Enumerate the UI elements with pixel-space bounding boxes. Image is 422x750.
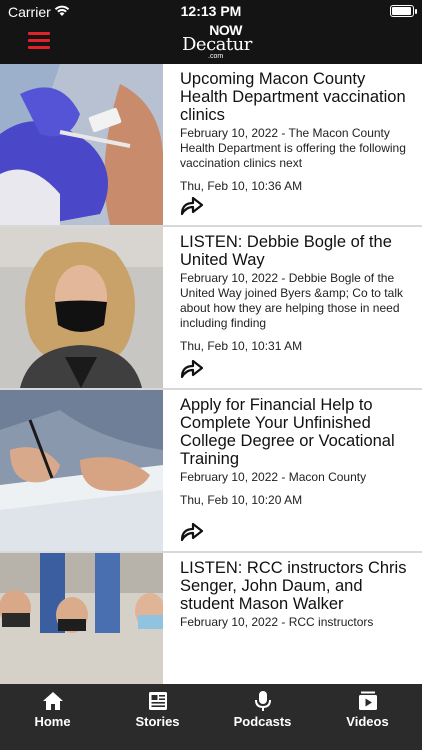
article-title: Upcoming Macon County Health Department … [180,70,406,124]
newspaper-icon [148,692,167,710]
article-thumbnail [0,390,163,551]
article-thumbnail [0,227,163,388]
battery-icon [390,5,417,17]
article-title: LISTEN: Debbie Bogle of the United Way [180,233,392,269]
article-timestamp: Thu, Feb 10, 10:20 AM [180,493,303,507]
tab-videos-label: Videos [346,714,389,729]
article-card[interactable]: LISTEN: RCC instructors Chris Senger, Jo… [0,553,422,684]
hamburger-icon [28,32,50,35]
article-card[interactable]: LISTEN: Debbie Bogle of the United Way F… [0,227,422,390]
article-description: February 10, 2022 - The Macon County Hea… [180,126,406,170]
logo-name: Decatur [182,34,252,55]
menu-button[interactable] [28,32,50,50]
tab-stories-label: Stories [135,714,180,729]
home-icon [42,692,63,710]
article-thumbnail [0,64,163,225]
tab-podcasts[interactable]: Podcasts [210,684,315,750]
hamburger-line [28,46,50,49]
app-logo[interactable]: NOW Decatur .com [182,22,252,62]
tab-podcasts-label: Podcasts [233,714,292,729]
tab-home[interactable]: Home [0,684,105,750]
article-content: Upcoming Macon County Health Department … [180,70,412,193]
tab-videos[interactable]: Videos [315,684,420,750]
article-title: LISTEN: RCC instructors Chris Senger, Jo… [180,559,407,613]
news-feed: Upcoming Macon County Health Department … [0,64,422,684]
app-header: Carrier 12:13 PM NOW Decatur .com [0,0,422,64]
tab-home-label: Home [34,714,71,729]
bottom-tab-bar: Home Stories Podcasts Videos [0,684,422,750]
article-content: LISTEN: Debbie Bogle of the United Way F… [180,233,412,353]
share-icon[interactable] [180,194,204,216]
article-description: February 10, 2022 - RCC instructors [180,615,374,629]
article-timestamp: Thu, Feb 10, 10:31 AM [180,339,303,353]
clock: 12:13 PM [180,3,242,19]
video-icon [358,691,377,710]
article-description: February 10, 2022 - Debbie Bogle of the … [180,271,403,330]
article-timestamp: Thu, Feb 10, 10:36 AM [180,179,303,193]
article-title: Apply for Financial Help to Complete You… [180,396,395,468]
article-content: LISTEN: RCC instructors Chris Senger, Jo… [180,559,412,630]
article-content: Apply for Financial Help to Complete You… [180,396,412,507]
microphone-icon [254,691,271,711]
status-bar: Carrier 12:13 PM [0,0,422,22]
article-card[interactable]: Upcoming Macon County Health Department … [0,64,422,227]
logo-suffix: .com [208,53,224,60]
hamburger-line [28,39,50,42]
article-description: February 10, 2022 - Macon County [180,470,367,484]
article-card[interactable]: Apply for Financial Help to Complete You… [0,390,422,553]
share-icon[interactable] [180,520,204,542]
share-icon[interactable] [180,357,204,379]
article-thumbnail [0,553,163,684]
tab-stories[interactable]: Stories [105,684,210,750]
